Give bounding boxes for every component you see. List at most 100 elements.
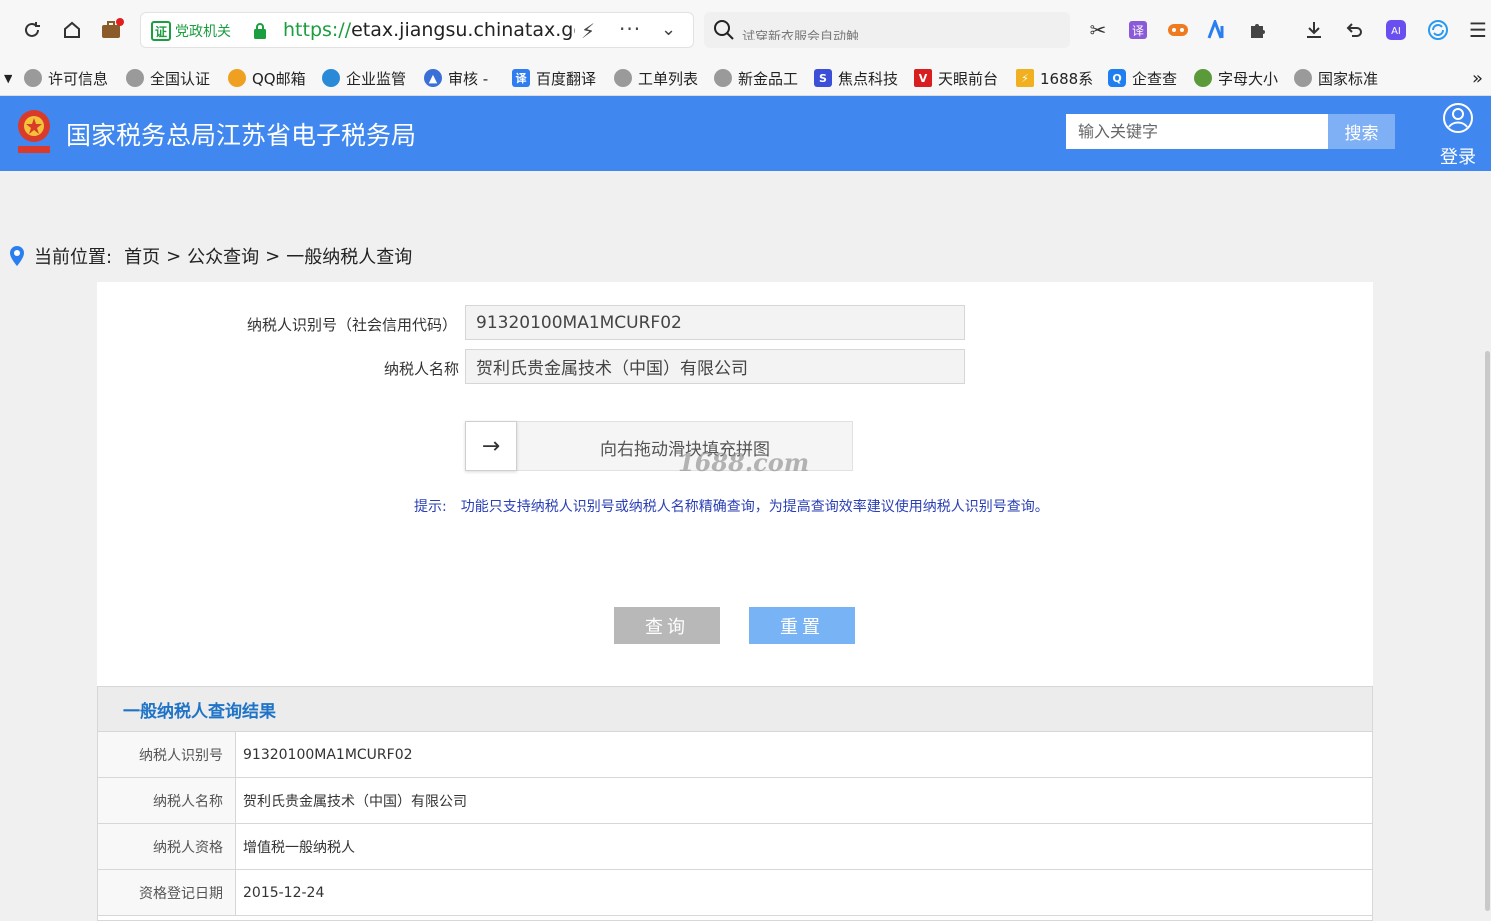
tax-id-input[interactable]: 91320100MA1MCURF02 — [465, 305, 965, 340]
bookmark-4[interactable]: ▲ 审核 - — [424, 64, 494, 92]
bookmark-label: 新金品工 — [738, 69, 799, 88]
result-table: 一般纳税人查询结果 纳税人识别号 91320100MA1MCURF02 纳税人名… — [97, 686, 1373, 921]
slider-captcha: → 向右拖动滑块填充拼图 1688.com — [465, 421, 853, 477]
bookmark-label: 企查查 — [1132, 69, 1178, 88]
user-icon — [1443, 103, 1473, 133]
slider-handle[interactable]: → — [465, 421, 517, 471]
gov-badge-text: 党政机关 — [175, 24, 231, 40]
frog-icon — [1194, 69, 1212, 87]
bookmark-1[interactable]: 全国认证 — [126, 64, 214, 92]
query-button[interactable]: 查询 — [614, 607, 720, 644]
undo-icon[interactable] — [1338, 14, 1370, 46]
ai-assistant-icon[interactable] — [1202, 14, 1234, 46]
browser-search-placeholder: 试穿新衣服会自动触 — [742, 30, 860, 40]
scissors-icon[interactable]: ✂ — [1082, 14, 1114, 46]
bookmark-0[interactable]: 许可信息 — [24, 64, 112, 92]
bookmark-label: 许可信息 — [48, 69, 109, 88]
scrollbar-thumb[interactable] — [1485, 351, 1490, 911]
taxpayer-name-label: 纳税人名称 — [383, 360, 459, 378]
more-icon[interactable]: ··· — [619, 17, 641, 41]
tianyan-icon: V — [914, 69, 932, 87]
bookmarks-caret-icon[interactable]: ▼ — [4, 64, 12, 92]
location-pin-icon — [10, 246, 24, 266]
row-key: 纳税人资格 — [98, 824, 236, 869]
lightning-icon[interactable]: ⚡ — [581, 19, 595, 43]
home-icon[interactable] — [56, 14, 88, 46]
gov-badge: 证 党政机关 — [151, 20, 231, 42]
row-value: 贺利氏贵金属技术（中国）有限公司 — [243, 793, 467, 810]
breadcrumb-current: 一般纳税人查询 — [286, 247, 413, 268]
site-header: 国家税务总局江苏省电子税务局 搜索 登录 — [0, 96, 1491, 171]
login-button[interactable]: 登录 — [1436, 102, 1480, 168]
gamepad-icon[interactable] — [1162, 14, 1194, 46]
watermark: 1688.com — [678, 448, 810, 477]
bookmark-13[interactable]: 国家标准 — [1294, 64, 1382, 92]
page-scrollbar[interactable] — [1484, 171, 1491, 921]
address-bar[interactable]: 证 党政机关 https://etax.jiangsu.chinatax.gov… — [140, 12, 694, 48]
alibaba-1688-icon: ⚡ — [1016, 69, 1034, 87]
bookmark-8[interactable]: S 焦点科技 — [814, 64, 902, 92]
bookmark-label: 1688系 — [1040, 69, 1094, 88]
taxpayer-name-input[interactable]: 贺利氏贵金属技术（中国）有限公司 — [465, 349, 965, 384]
baidu-translate-icon: 译 — [512, 69, 530, 87]
hint-key: 提示: — [414, 499, 447, 515]
sync-icon[interactable] — [1422, 14, 1454, 46]
hint-text: 功能只支持纳税人识别号或纳税人名称精确查询，为提高查询效率建议使用纳税人识别号查… — [460, 499, 1049, 515]
row-key: 纳税人名称 — [98, 778, 236, 823]
briefcase-icon[interactable] — [96, 14, 128, 46]
keyword-search-button[interactable]: 搜索 — [1328, 114, 1395, 149]
globe-icon — [126, 69, 144, 87]
chevron-down-icon[interactable]: ⌄ — [661, 19, 676, 40]
query-hint: 提示: 功能只支持纳税人识别号或纳税人名称精确查询，为提高查询效率建议使用纳税人识… — [414, 496, 1049, 516]
breadcrumb-public-query[interactable]: 公众查询 — [187, 243, 259, 269]
bookmark-label: 天眼前台 — [938, 69, 999, 88]
breadcrumb-separator: > — [166, 245, 182, 267]
bookmark-5[interactable]: 译百度翻译 — [512, 64, 600, 92]
tax-id-label: 纳税人识别号（社会信用代码） — [247, 316, 458, 334]
breadcrumb-prefix: 当前位置: — [34, 247, 113, 268]
table-row: 纳税人名称 贺利氏贵金属技术（中国）有限公司 — [98, 778, 1372, 824]
bookmark-7[interactable]: 新金品工 — [714, 64, 800, 92]
puzzle-icon[interactable] — [1242, 14, 1274, 46]
keyword-search-input[interactable] — [1066, 114, 1328, 149]
bookmark-label: 企业监管 — [346, 69, 407, 88]
result-title: 一般纳税人查询结果 — [98, 687, 1372, 732]
bookmark-label: 审核 - — [448, 69, 489, 88]
ai-badge-icon[interactable]: AI — [1380, 14, 1412, 46]
qq-mail-icon — [228, 69, 246, 87]
bookmark-label: 工单列表 — [638, 69, 699, 88]
table-row: 纳税人资格 增值税一般纳税人 — [98, 824, 1372, 870]
breadcrumb-separator: > — [265, 245, 281, 267]
breadcrumb-home[interactable]: 首页 — [124, 243, 160, 269]
url-host: etax.jiangsu.chinatax.gov.cn — [351, 19, 575, 41]
reset-button[interactable]: 重置 — [749, 607, 855, 644]
triangle-icon: ▲ — [424, 69, 442, 87]
table-row: 资格登记日期 2015-12-24 — [98, 870, 1372, 916]
reload-icon[interactable] — [16, 14, 48, 46]
download-icon[interactable] — [1298, 14, 1330, 46]
bookmark-label: 字母大小 — [1218, 69, 1279, 88]
certificate-icon: 证 — [151, 21, 171, 41]
focus-tech-icon: S — [814, 69, 832, 87]
bookmark-2[interactable]: QQ邮箱 — [228, 64, 312, 92]
tax-emblem-icon — [18, 110, 50, 153]
globe-icon — [24, 69, 42, 87]
bookmark-6[interactable]: 工单列表 — [614, 64, 702, 92]
svg-text:AI: AI — [1391, 26, 1401, 37]
bookmarks-overflow-icon[interactable]: » — [1472, 64, 1483, 92]
login-label: 登录 — [1440, 147, 1476, 168]
bookmark-11[interactable]: Q 企查查 — [1108, 64, 1182, 92]
bookmarks-bar: ▼ 许可信息 全国认证 QQ邮箱 企业监管 ▲ 审核 - 译百度翻译 工单列表 新… — [0, 60, 1491, 96]
bookmark-3[interactable]: 企业监管 — [322, 64, 410, 92]
search-icon — [714, 20, 734, 40]
url-text[interactable]: https://etax.jiangsu.chinatax.gov.cn — [283, 19, 575, 41]
bookmark-12[interactable]: 字母大小 — [1194, 64, 1280, 92]
globe-icon — [714, 69, 732, 87]
bookmark-10[interactable]: ⚡ 1688系 — [1016, 64, 1094, 92]
site-title: 国家税务总局江苏省电子税务局 — [66, 121, 417, 150]
menu-icon[interactable]: ☰ — [1462, 14, 1491, 46]
browser-window: 证 党政机关 https://etax.jiangsu.chinatax.gov… — [0, 0, 1491, 921]
browser-search-box[interactable]: 试穿新衣服会自动触 — [704, 12, 1070, 48]
bookmark-9[interactable]: V 天眼前台 — [914, 64, 1002, 92]
translate-icon[interactable]: 译 — [1122, 14, 1154, 46]
